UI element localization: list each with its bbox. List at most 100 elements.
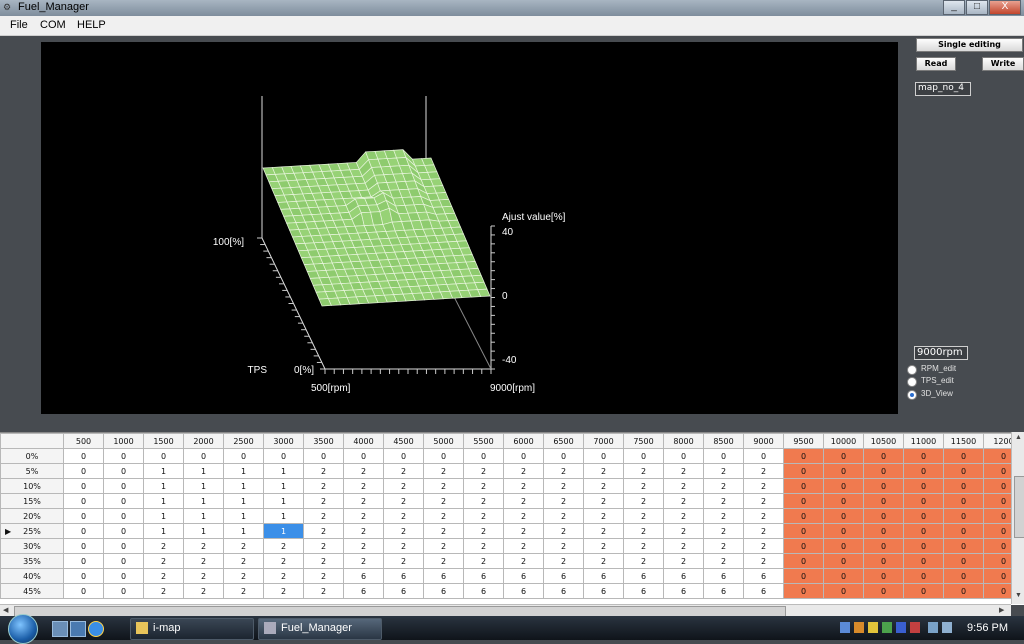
- menu-com[interactable]: COM: [40, 19, 66, 31]
- table-cell[interactable]: 0: [903, 463, 944, 479]
- column-header[interactable]: 11000: [903, 433, 944, 449]
- table-cell[interactable]: 0: [503, 448, 544, 464]
- minimize-button[interactable]: _: [943, 0, 965, 15]
- table-cell[interactable]: 2: [463, 463, 504, 479]
- table-cell[interactable]: 2: [503, 463, 544, 479]
- single-editing-button[interactable]: Single editing: [916, 38, 1023, 52]
- table-cell[interactable]: 6: [383, 568, 424, 584]
- table-cell[interactable]: 2: [463, 538, 504, 554]
- table-cell[interactable]: 0: [863, 538, 904, 554]
- row-header[interactable]: 5%: [0, 463, 64, 479]
- table-cell[interactable]: 0: [783, 493, 824, 509]
- menu-help[interactable]: HELP: [77, 19, 106, 31]
- row-header[interactable]: 40%: [0, 568, 64, 584]
- table-cell[interactable]: 0: [103, 538, 144, 554]
- table-cell[interactable]: 0: [943, 583, 984, 599]
- table-cell[interactable]: 0: [863, 583, 904, 599]
- table-cell[interactable]: 2: [743, 538, 784, 554]
- table-cell[interactable]: 2: [503, 493, 544, 509]
- table-cell[interactable]: 2: [383, 493, 424, 509]
- table-cell[interactable]: 1: [143, 478, 184, 494]
- table-cell[interactable]: 2: [743, 523, 784, 539]
- row-header[interactable]: 0%: [0, 448, 64, 464]
- table-cell[interactable]: 0: [63, 553, 104, 569]
- table-cell[interactable]: 2: [343, 478, 384, 494]
- table-cell[interactable]: 0: [63, 583, 104, 599]
- table-cell[interactable]: 2: [743, 478, 784, 494]
- table-cell[interactable]: 0: [103, 478, 144, 494]
- table-cell[interactable]: 0: [823, 568, 864, 584]
- table-cell[interactable]: 6: [463, 568, 504, 584]
- table-cell[interactable]: 2: [583, 553, 624, 569]
- network-icon[interactable]: [928, 622, 938, 633]
- table-cell[interactable]: 0: [543, 448, 584, 464]
- table-cell[interactable]: 6: [743, 583, 784, 599]
- taskbar-button-imap[interactable]: i-map: [130, 618, 254, 640]
- table-cell[interactable]: 0: [103, 493, 144, 509]
- row-header[interactable]: ▶ 25%: [0, 523, 64, 539]
- scroll-left-icon[interactable]: ◀: [3, 606, 8, 614]
- table-cell[interactable]: 0: [943, 553, 984, 569]
- table-cell[interactable]: 2: [383, 478, 424, 494]
- table-cell[interactable]: 0: [383, 448, 424, 464]
- read-button[interactable]: Read: [916, 57, 956, 71]
- column-header[interactable]: 8000: [663, 433, 704, 449]
- volume-icon[interactable]: [942, 622, 952, 633]
- table-cell[interactable]: 0: [783, 538, 824, 554]
- table-cell[interactable]: 2: [183, 538, 224, 554]
- table-cell[interactable]: 1: [183, 478, 224, 494]
- table-cell[interactable]: 0: [943, 493, 984, 509]
- table-cell[interactable]: 2: [463, 508, 504, 524]
- table-cell[interactable]: 0: [903, 568, 944, 584]
- table-cell[interactable]: 0: [783, 583, 824, 599]
- taskbar-button-fuel-manager[interactable]: Fuel_Manager: [258, 618, 382, 640]
- close-button[interactable]: X: [989, 0, 1021, 15]
- table-cell[interactable]: 0: [823, 583, 864, 599]
- table-cell[interactable]: 0: [903, 583, 944, 599]
- table-cell[interactable]: 2: [703, 538, 744, 554]
- table-cell[interactable]: 2: [743, 463, 784, 479]
- radio-dot[interactable]: [907, 365, 917, 375]
- table-cell[interactable]: 2: [423, 508, 464, 524]
- table-cell[interactable]: 2: [543, 538, 584, 554]
- table-cell[interactable]: 2: [583, 538, 624, 554]
- table-cell[interactable]: 6: [583, 583, 624, 599]
- table-cell[interactable]: 0: [63, 568, 104, 584]
- table-cell[interactable]: 0: [783, 448, 824, 464]
- table-cell[interactable]: 2: [543, 493, 584, 509]
- table-cell[interactable]: 1: [223, 478, 264, 494]
- table-cell[interactable]: 2: [383, 538, 424, 554]
- table-cell[interactable]: 2: [263, 538, 304, 554]
- scroll-up-icon[interactable]: ▲: [1015, 434, 1022, 441]
- column-header[interactable]: 7000: [583, 433, 624, 449]
- table-cell[interactable]: 6: [623, 568, 664, 584]
- table-cell[interactable]: 2: [503, 523, 544, 539]
- tray-app-icon[interactable]: [882, 622, 892, 633]
- column-header[interactable]: 10000: [823, 433, 864, 449]
- table-cell[interactable]: 2: [503, 538, 544, 554]
- table-cell[interactable]: 2: [423, 538, 464, 554]
- table-cell[interactable]: 2: [303, 523, 344, 539]
- table-cell[interactable]: 6: [423, 568, 464, 584]
- row-header[interactable]: 10%: [0, 478, 64, 494]
- table-cell[interactable]: 0: [303, 448, 344, 464]
- table-cell[interactable]: 2: [263, 553, 304, 569]
- table-cell[interactable]: 2: [543, 478, 584, 494]
- table-cell[interactable]: 0: [863, 523, 904, 539]
- column-header[interactable]: 2500: [223, 433, 264, 449]
- table-cell[interactable]: 0: [823, 448, 864, 464]
- table-cell[interactable]: 0: [903, 478, 944, 494]
- table-cell[interactable]: 2: [583, 463, 624, 479]
- table-cell[interactable]: 2: [263, 568, 304, 584]
- table-cell[interactable]: 0: [783, 568, 824, 584]
- table-cell[interactable]: 6: [743, 568, 784, 584]
- table-cell[interactable]: 0: [903, 493, 944, 509]
- table-cell[interactable]: 2: [623, 508, 664, 524]
- table-cell[interactable]: 2: [463, 478, 504, 494]
- table-cell[interactable]: 2: [663, 538, 704, 554]
- table-cell[interactable]: 0: [783, 478, 824, 494]
- table-cell[interactable]: 1: [263, 493, 304, 509]
- row-header[interactable]: 45%: [0, 583, 64, 599]
- table-cell[interactable]: 1: [223, 523, 264, 539]
- table-cell[interactable]: 1: [263, 523, 304, 539]
